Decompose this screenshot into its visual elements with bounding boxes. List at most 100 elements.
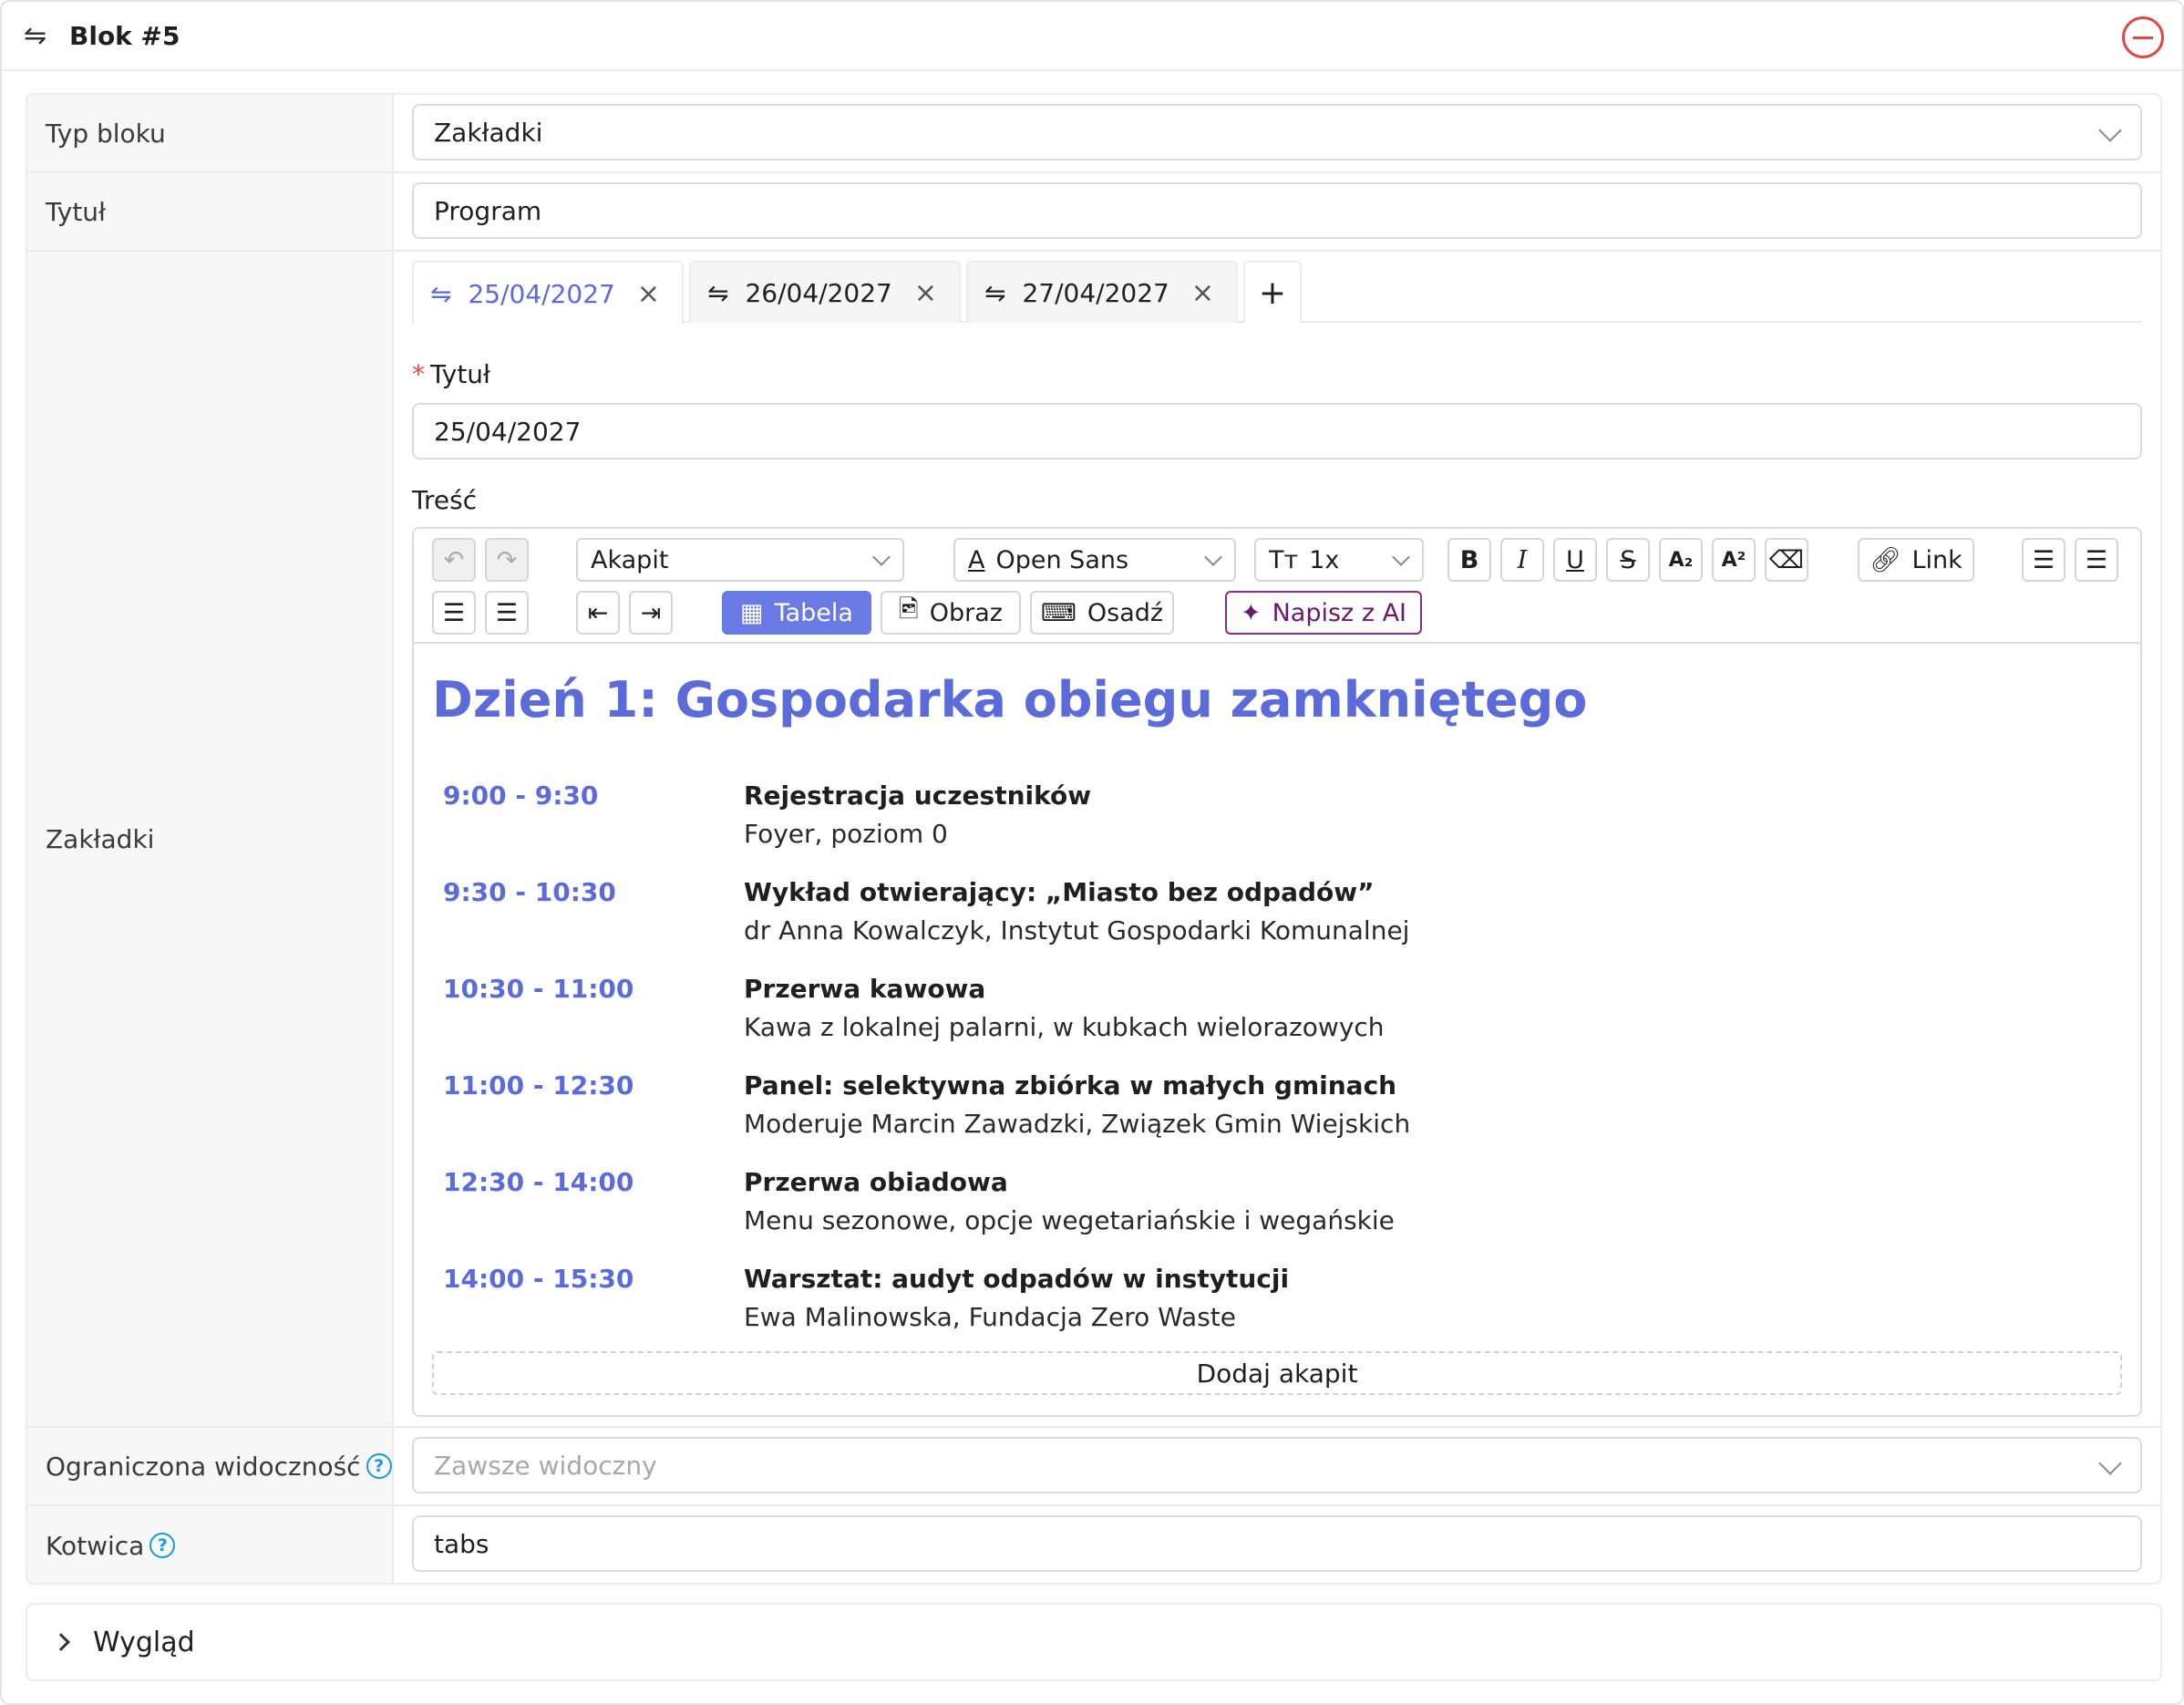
align-right-button[interactable]: ☰ (432, 591, 476, 635)
underline-button[interactable]: U (1553, 538, 1597, 582)
chevron-down-icon (2098, 119, 2122, 142)
chevron-down-icon (1204, 548, 1222, 566)
embed-icon: ⌨︎ (1040, 598, 1077, 627)
title-input[interactable]: Program (412, 182, 2142, 239)
row-tabs: Zakładki ⇋ 25/04/2027 × ⇋ 26/04/2027 × ⇋ (27, 252, 2160, 1428)
content-label: Treść (412, 485, 478, 515)
superscript-button[interactable]: A² (1712, 538, 1756, 582)
undo-icon: ↶ (443, 545, 465, 574)
tab-title-input[interactable]: 25/04/2027 (412, 403, 2142, 460)
font-select[interactable]: A Open Sans (953, 538, 1236, 582)
tab-label: 27/04/2027 (1022, 277, 1169, 308)
swap-icon[interactable]: ⇋ (707, 278, 728, 308)
block-header: ⇋ Blok #5 (2, 2, 2182, 71)
anchor-value: tabs (434, 1528, 489, 1559)
tab-title-label: * Tytuł (412, 359, 490, 389)
schedule-title: Wykład otwierający: „Miasto bez odpadów” (744, 877, 1375, 907)
paragraph-select[interactable]: Akapit (576, 538, 904, 582)
swap-icon[interactable]: ⇋ (984, 278, 1005, 308)
tab-25-04[interactable]: ⇋ 25/04/2027 × (412, 261, 684, 325)
schedule-desc: Ewa Malinowska, Fundacja Zero Waste (744, 1302, 1236, 1332)
title-label: Tytuł (27, 173, 394, 250)
schedule-desc: Kawa z lokalnej palarni, w kubkach wielo… (744, 1012, 1385, 1042)
chevron-down-icon (2098, 1452, 2122, 1475)
bold-button[interactable]: B (1447, 538, 1491, 582)
schedule-desc: dr Anna Kowalczyk, Instytut Gospodarki K… (744, 915, 1410, 946)
schedule-desc: Moderuje Marcin Zawadzki, Związek Gmin W… (744, 1109, 1411, 1139)
align-left-icon: ☰ (2032, 545, 2055, 574)
schedule-row: 9:00 - 9:30 Rejestracja uczestników Foyer,… (443, 780, 2122, 863)
schedule-time: 11:00 - 12:30 (443, 1070, 634, 1100)
close-icon[interactable]: × (914, 277, 937, 309)
block-type-select[interactable]: Zakładki (412, 104, 2142, 160)
block-type-value: Zakładki (434, 117, 543, 148)
tab-27-04[interactable]: ⇋ 27/04/2027 × (966, 261, 1238, 323)
add-tab-button[interactable]: + (1243, 261, 1302, 323)
visibility-label: Ograniczona widoczność? (27, 1428, 394, 1504)
row-anchor: Kotwica? tabs (27, 1506, 2160, 1583)
justify-icon: ☰ (495, 598, 519, 627)
schedule-row: 12:30 - 14:00 Przerwa obiadowa Menu sezono… (443, 1167, 2122, 1249)
schedule-title: Panel: selektywna zbiórka w małych gmina… (744, 1070, 1397, 1100)
help-icon[interactable]: ? (366, 1453, 392, 1479)
editor-content[interactable]: Dzień 1: Gospodarka obiegu zamkniętego 9… (414, 646, 2140, 1415)
visibility-select[interactable]: Zawsze widoczny (412, 1437, 2142, 1493)
table-button[interactable]: ▦ Tabela (722, 591, 871, 635)
embed-button[interactable]: ⌨︎ Osadź (1030, 591, 1174, 635)
schedule-row: 11:00 - 12:30 Panel: selektywna zbiórka w… (443, 1070, 2122, 1152)
clear-format-button[interactable]: ⌫ (1765, 538, 1808, 582)
required-mark: * (412, 359, 425, 389)
font-size-icon: Tт (1269, 545, 1299, 574)
redo-button[interactable]: ↷ (485, 538, 529, 582)
schedule-desc: Menu sezonowe, opcje wegetariańskie i we… (744, 1205, 1395, 1235)
schedule-time: 9:30 - 10:30 (443, 877, 616, 907)
font-size-select[interactable]: Tт 1x (1254, 538, 1424, 582)
minus-circle-icon[interactable] (2122, 16, 2164, 58)
ai-write-button[interactable]: ✦ Napisz z AI (1225, 591, 1422, 635)
row-block-type: Typ bloku Zakładki (27, 95, 2160, 173)
align-right-icon: ☰ (442, 598, 466, 627)
redo-icon: ↷ (496, 545, 518, 574)
image-button[interactable]: 🖻︎ Obraz (881, 591, 1021, 635)
chevron-right-icon (52, 1633, 70, 1651)
strikethrough-button[interactable]: S (1606, 538, 1650, 582)
appearance-section-toggle[interactable]: Wygląd (26, 1603, 2162, 1681)
schedule-time: 12:30 - 14:00 (443, 1167, 634, 1197)
undo-button[interactable]: ↶ (432, 538, 476, 582)
schedule-row: 10:30 - 11:00 Przerwa kawowa Kawa z lokaln… (443, 974, 2122, 1056)
visibility-placeholder: Zawsze widoczny (434, 1450, 657, 1481)
close-icon[interactable]: × (637, 278, 660, 310)
content-heading: Dzień 1: Gospodarka obiegu zamkniętego (432, 671, 1588, 728)
align-left-button[interactable]: ☰ (2022, 538, 2066, 582)
tab-label: 26/04/2027 (745, 277, 892, 308)
align-center-button[interactable]: ☰ (2075, 538, 2118, 582)
block-title: Blok #5 (69, 20, 180, 51)
help-icon[interactable]: ? (149, 1533, 176, 1558)
schedule-title: Przerwa kawowa (744, 974, 986, 1004)
tabs-label: Zakładki (27, 252, 394, 1426)
schedule-desc: Foyer, poziom 0 (744, 819, 948, 849)
outdent-button[interactable]: ⇤ (576, 591, 620, 635)
subscript-button[interactable]: A₂ (1659, 538, 1703, 582)
chevron-down-icon (1392, 548, 1410, 566)
indent-button[interactable]: ⇥ (629, 591, 673, 635)
plus-icon: + (1258, 274, 1287, 312)
title-value: Program (434, 195, 542, 226)
link-icon: 🔗︎ (1870, 546, 1901, 574)
italic-button[interactable]: I (1500, 538, 1544, 582)
schedule-title: Przerwa obiadowa (744, 1167, 1008, 1197)
swap-icon[interactable]: ⇋ (430, 279, 451, 309)
link-button[interactable]: 🔗︎ Link (1858, 538, 1974, 582)
schedule-row: 9:30 - 10:30 Wykład otwierający: „Miasto … (443, 877, 2122, 959)
close-icon[interactable]: × (1191, 277, 1214, 309)
anchor-input[interactable]: tabs (412, 1515, 2142, 1572)
add-paragraph-button[interactable]: Dodaj akapit (432, 1351, 2122, 1395)
tab-26-04[interactable]: ⇋ 26/04/2027 × (689, 261, 961, 323)
font-icon: A (968, 545, 985, 574)
anchor-label: Kotwica? (27, 1506, 394, 1583)
swap-icon[interactable]: ⇋ (24, 20, 60, 52)
schedule-time: 9:00 - 9:30 (443, 780, 599, 811)
tab-title-value: 25/04/2027 (434, 416, 582, 447)
justify-button[interactable]: ☰ (485, 591, 529, 635)
block-panel: ⇋ Blok #5 Typ bloku Zakładki Tytuł Progr… (0, 0, 2184, 1705)
